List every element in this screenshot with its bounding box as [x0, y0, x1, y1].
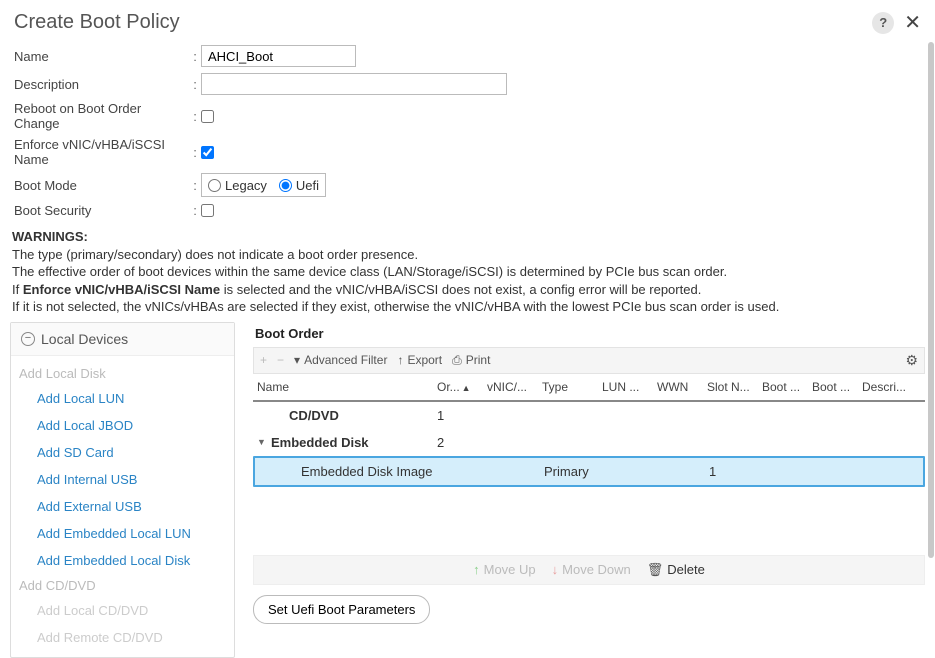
sidebar-link[interactable]: Add Embedded Local LUN — [11, 520, 234, 547]
description-input[interactable] — [201, 73, 507, 95]
settings-gear-icon[interactable]: ⚙ — [905, 352, 918, 369]
table-row[interactable]: ▼Embedded Disk 2 — [253, 429, 925, 456]
vertical-scrollbar[interactable] — [928, 42, 934, 558]
description-label: Description — [14, 77, 189, 92]
boot-security-checkbox[interactable] — [201, 204, 214, 217]
reboot-label: Reboot on Boot Order Change — [14, 101, 189, 131]
warnings-line: If it is not selected, the vNICs/vHBAs a… — [12, 298, 921, 316]
export-icon: ↑ — [397, 353, 403, 367]
delete-button[interactable]: 🗑Delete — [647, 562, 705, 578]
boot-security-label: Boot Security — [14, 203, 189, 218]
boot-mode-legacy-radio[interactable] — [208, 179, 221, 192]
sidebar-link: Add Remote CD/DVD — [11, 624, 234, 651]
enforce-label: Enforce vNIC/vHBA/iSCSI Name — [14, 137, 189, 167]
boot-order-toolbar: + − ▾Advanced Filter ↑Export ⎙Print ⚙ — [253, 347, 925, 374]
sidebar-link[interactable]: Add Internal USB — [11, 466, 234, 493]
help-button[interactable]: ? — [872, 12, 894, 34]
sidebar-group-disk: Add Local Disk — [11, 362, 234, 385]
name-input[interactable] — [201, 45, 356, 67]
local-devices-sidebar: − Local Devices Add Local Disk Add Local… — [10, 322, 235, 658]
dialog-header: Create Boot Policy ? ✕ — [0, 0, 935, 39]
boot-order-title: Boot Order — [253, 322, 925, 347]
minus-icon: − — [277, 353, 284, 367]
enforce-checkbox[interactable] — [201, 146, 214, 159]
col-order[interactable]: Or...▲ — [437, 380, 487, 394]
close-icon[interactable]: ✕ — [904, 10, 921, 35]
remove-button[interactable]: − — [277, 353, 284, 367]
col-bootp[interactable]: Boot ... — [812, 380, 862, 394]
chevron-down-icon[interactable]: ▼ — [257, 437, 267, 447]
table-header: Name Or...▲ vNIC/... Type LUN ... WWN Sl… — [253, 374, 925, 402]
plus-icon: + — [260, 353, 267, 367]
advanced-filter-button[interactable]: ▾Advanced Filter — [294, 353, 387, 367]
table-row-selected[interactable]: Embedded Disk Image Primary 1 — [253, 456, 925, 487]
warnings-title: WARNINGS: — [12, 228, 921, 246]
move-up-button[interactable]: ↑Move Up — [473, 562, 536, 577]
col-type[interactable]: Type — [542, 380, 602, 394]
export-button[interactable]: ↑Export — [397, 353, 442, 367]
sidebar-group-cd: Add CD/DVD — [11, 574, 234, 597]
warnings-line: If Enforce vNIC/vHBA/iSCSI Name is selec… — [12, 281, 921, 299]
collapse-icon[interactable]: − — [21, 332, 35, 346]
table-row[interactable]: CD/DVD 1 — [253, 402, 925, 429]
sidebar-link[interactable]: Add Local JBOD — [11, 412, 234, 439]
sidebar-link: Add Local CD/DVD — [11, 597, 234, 624]
name-label: Name — [14, 49, 189, 64]
sidebar-header[interactable]: − Local Devices — [11, 323, 234, 356]
sort-asc-icon: ▲ — [462, 383, 471, 393]
header-icons: ? ✕ — [872, 10, 921, 35]
table-body: CD/DVD 1 ▼Embedded Disk 2 Embedded Disk … — [253, 402, 925, 487]
set-uefi-boot-parameters-button[interactable]: Set Uefi Boot Parameters — [253, 595, 430, 624]
warnings-line: The type (primary/secondary) does not in… — [12, 246, 921, 264]
col-name[interactable]: Name — [257, 380, 437, 394]
sidebar-link[interactable]: Add SD Card — [11, 439, 234, 466]
print-button[interactable]: ⎙Print — [452, 353, 490, 368]
boot-mode-group: Legacy Uefi — [201, 173, 326, 197]
col-slot[interactable]: Slot N... — [707, 380, 762, 394]
arrow-down-icon: ↓ — [552, 562, 559, 577]
sidebar-body: Add Local Disk Add Local LUN Add Local J… — [11, 356, 234, 657]
col-wwn[interactable]: WWN — [657, 380, 707, 394]
move-down-button[interactable]: ↓Move Down — [552, 562, 631, 577]
boot-order-panel: Boot Order + − ▾Advanced Filter ↑Export … — [253, 322, 925, 658]
boot-mode-label: Boot Mode — [14, 178, 189, 193]
dialog-title: Create Boot Policy — [14, 11, 180, 34]
trash-icon: 🗑 — [647, 562, 664, 578]
arrow-up-icon: ↑ — [473, 562, 480, 577]
print-icon: ⎙ — [452, 353, 462, 368]
main-area: − Local Devices Add Local Disk Add Local… — [0, 322, 935, 658]
col-desc[interactable]: Descri... — [862, 380, 912, 394]
col-bootn[interactable]: Boot ... — [762, 380, 812, 394]
sidebar-link[interactable]: Add Embedded Local Disk — [11, 547, 234, 574]
filter-icon: ▾ — [294, 353, 300, 367]
form-area: Name : Description : Reboot on Boot Orde… — [0, 39, 935, 226]
warnings-block: WARNINGS: The type (primary/secondary) d… — [0, 226, 935, 322]
col-vnic[interactable]: vNIC/... — [487, 380, 542, 394]
warnings-line: The effective order of boot devices with… — [12, 263, 921, 281]
col-lun[interactable]: LUN ... — [602, 380, 657, 394]
reboot-checkbox[interactable] — [201, 110, 214, 123]
row-actions-bar: ↑Move Up ↓Move Down 🗑Delete — [253, 555, 925, 585]
sidebar-link[interactable]: Add Local LUN — [11, 385, 234, 412]
sidebar-link[interactable]: Add External USB — [11, 493, 234, 520]
boot-mode-uefi-radio[interactable] — [279, 179, 292, 192]
add-button[interactable]: + — [260, 353, 267, 367]
